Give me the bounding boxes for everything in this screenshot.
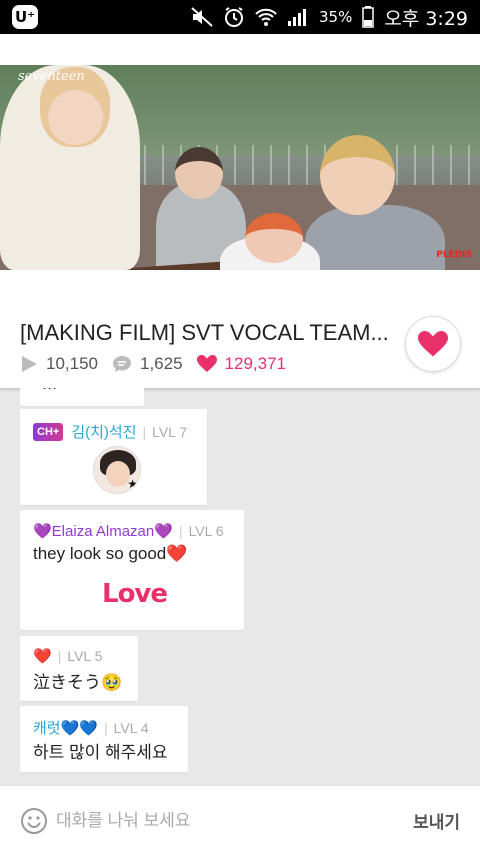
battery-icon [362,6,375,28]
nickname[interactable]: 캐럿💙💙 [33,717,98,738]
message-text: 泣きそう🥹 [33,673,123,692]
status-icons: 35% 오후 3:29 [191,0,468,34]
top-strip [0,34,480,65]
nickname[interactable]: ❤️ [33,647,52,665]
emoji-icon[interactable] [20,807,48,835]
message-text: 하트 많이 해주세요 [33,743,168,762]
nickname[interactable]: 💜Elaiza Almazan💜 [33,522,173,540]
user-level: LVL 4 [104,720,149,736]
message-meta: 캐럿💙💙 LVL 4 [33,717,149,738]
heart-icon [418,330,448,356]
wifi-icon [255,8,277,26]
status-bar: U⁺ 35% 오후 3:29 [0,0,480,34]
like-button[interactable] [405,316,461,372]
post-stats: 10,150 1,625 129,371 [20,354,300,374]
message-meta: ❤️ LVL 5 [33,647,102,665]
video-watermark: PLEDIS [436,250,472,260]
chat-message: ❤️ LVL 5 泣きそう🥹 [20,636,138,701]
post-title[interactable]: [MAKING FILM] SVT VOCAL TEAM... [20,320,400,346]
views-count: 10,150 [46,354,98,373]
chat-message-partial: ... [20,388,144,406]
member-photo-sticker: ★ [93,446,141,494]
play-icon [22,356,37,372]
mute-icon [191,7,213,27]
send-button[interactable]: 보내기 [413,808,460,833]
chat-message: 💜Elaiza Almazan💜 LVL 6 they look so good… [20,510,244,630]
clock: 오후 3:29 [384,7,468,30]
nickname[interactable]: 김(치)석진 [71,421,136,442]
heart-icon [196,355,217,372]
likes-stat: 129,371 [196,354,286,374]
post-info: [MAKING FILM] SVT VOCAL TEAM... 10,150 1… [0,270,480,388]
user-level: LVL 7 [143,424,187,440]
comments-count: 1,625 [140,354,183,373]
alarm-icon [224,7,243,27]
message-meta: 💜Elaiza Almazan💜 LVL 6 [33,522,224,540]
chat-input-bar: 보내기 [0,785,480,853]
views-stat: 10,150 [20,354,98,374]
comments-stat: 1,625 [112,354,183,374]
chat-input[interactable] [56,806,376,836]
star-icon: ★ [127,477,138,491]
message-meta: CH+ 김(치)석진 LVL 7 [33,421,187,442]
message-text: ... [42,388,57,393]
battery-percent: 35% [318,8,353,26]
user-level: LVL 5 [58,648,102,664]
video-player[interactable]: seventeen PLEDIS [0,65,480,270]
likes-count: 129,371 [224,354,286,373]
ch-plus-badge: CH+ [33,422,64,441]
user-level: LVL 6 [179,523,224,539]
chat-message: CH+ 김(치)석진 LVL 7 ★ [20,409,207,505]
love-sticker: Love [102,579,168,609]
video-overlay-logo: seventeen [18,69,85,84]
message-text: they look so good❤️ [33,544,188,563]
signal-icon [287,9,306,26]
chat-message: 캐럿💙💙 LVL 4 하트 많이 해주세요 [20,706,188,772]
comment-icon [113,356,131,372]
carrier-logo-icon: U⁺ [12,5,38,29]
chat-list[interactable]: ... CH+ 김(치)석진 LVL 7 ★ 💜Elaiza Almazan💜 … [0,388,480,785]
